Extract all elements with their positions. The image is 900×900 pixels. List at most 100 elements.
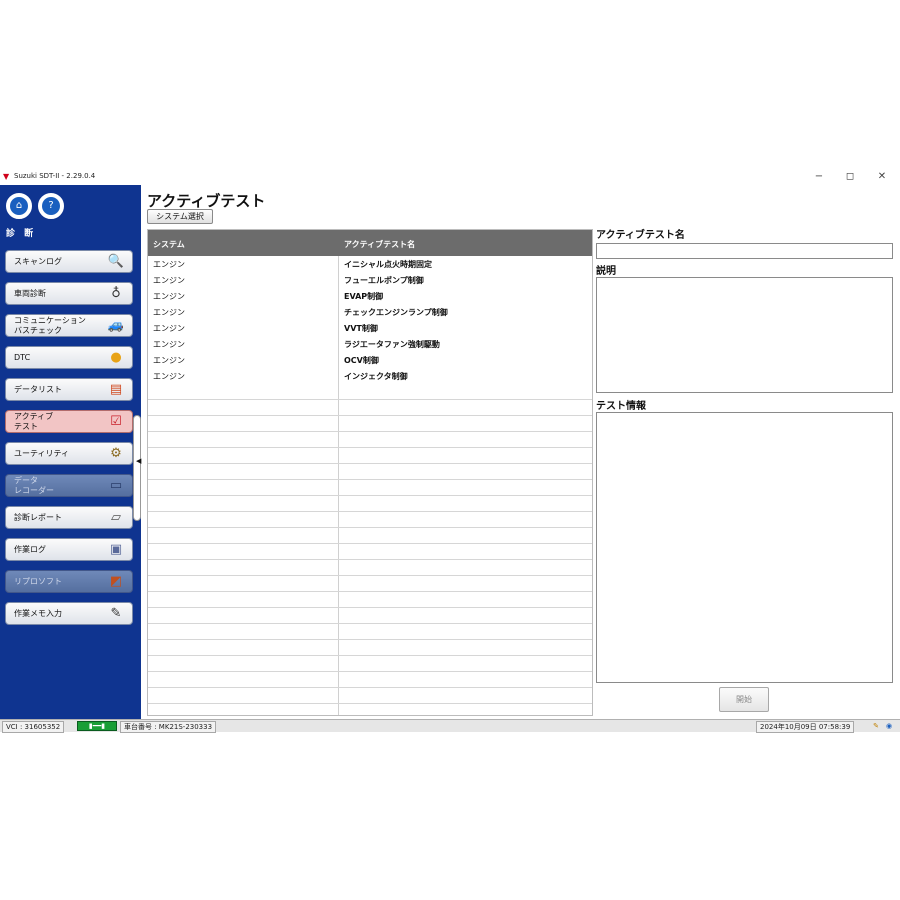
recorder-icon: ▭ [109,478,123,493]
collapse-arrow-icon[interactable]: ◀ [136,457,141,465]
minimize-button[interactable]: − [807,170,831,184]
sidebar-item-label: 車両診断 [14,289,46,298]
table-row[interactable] [148,608,592,624]
test-name-label: アクティブテスト名 [596,230,685,241]
table-row[interactable] [148,560,592,576]
checklist-icon: ☑ [110,414,122,429]
active-test-table: システム アクティブテスト名 エンジン イニシャル点火時期固定 エンジン フューエルポ… [147,229,593,716]
status-bar: VCI : 31605352 ▮━━▮ 車台番号 : MK21S-230333 … [0,719,900,733]
app-window: ▼ Suzuki SDT-II - 2.29.0.4 − ◻ ✕ ⌂ ? 診 断… [0,168,900,733]
table-row[interactable] [148,496,592,512]
table-row[interactable] [148,480,592,496]
gear-icon: ⚙ [110,446,122,461]
description-box [596,277,893,393]
cell-system: エンジン [153,372,185,381]
system-select-button[interactable]: システム選択 [147,209,213,224]
sidebar-item-label: コミュニケーション バスチェック [14,316,86,335]
table-row[interactable] [148,672,592,688]
start-button[interactable]: 開始 [719,687,769,712]
cell-system: エンジン [153,324,185,333]
table-row[interactable] [148,432,592,448]
cell-system: エンジン [153,308,185,317]
table-row[interactable]: エンジン EVAP制御 [148,288,592,304]
cell-system: エンジン [153,260,185,269]
table-row[interactable] [148,512,592,528]
sidebar-scrollbar[interactable] [133,415,141,521]
cell-test-name: インジェクタ制御 [344,372,408,381]
test-name-field [596,243,893,259]
table-row[interactable] [148,688,592,704]
home-button[interactable]: ⌂ [6,193,32,219]
sidebar-item-label: ユーティリティ [14,449,70,458]
sidebar-item-label: DTC [14,353,31,362]
cell-test-name: ラジエータファン強制駆動 [344,340,440,349]
sidebar-item-7[interactable]: データ レコーダー ▭ [5,474,133,497]
table-row[interactable]: エンジン フューエルポンプ制御 [148,272,592,288]
cell-system: エンジン [153,292,185,301]
table-row[interactable] [148,448,592,464]
sidebar-item-4[interactable]: データリスト ▤ [5,378,133,401]
table-row[interactable] [148,400,592,416]
table-row[interactable] [148,528,592,544]
table-row[interactable]: エンジン ラジエータファン強制駆動 [148,336,592,352]
sidebar-item-10[interactable]: リプロソフト ◩ [5,570,133,593]
sidebar-item-label: リプロソフト [14,577,62,586]
table-row[interactable]: エンジン VVT制御 [148,320,592,336]
sidebar-item-11[interactable]: 作業メモ入力 ✎ [5,602,133,625]
row-separator [148,399,592,400]
restore-button[interactable]: ◻ [838,170,862,184]
magnifier-icon: 🔍 [107,254,125,269]
table-row[interactable] [148,624,592,640]
sidebar: ⌂ ? 診 断 スキャンログ 🔍 車両診断 ♁ コミュニケーション バスチェック 🚙 DTC… [0,185,141,719]
datetime-status: 2024年10月09日 07:58:39 [756,721,855,733]
sidebar-item-label: 作業メモ入力 [14,609,62,618]
data-book-icon: ▤ [109,382,123,397]
header-system[interactable]: システム [153,239,185,250]
home-icon: ⌂ [10,197,28,215]
settings-icon[interactable]: ◉ [884,721,894,731]
sidebar-section-title: 診 断 [6,229,37,239]
note-icon[interactable]: ✎ [871,721,881,731]
test-info-label: テスト情報 [596,401,646,412]
sidebar-item-label: 診断レポート [14,513,62,522]
table-row[interactable]: エンジン チェックエンジンランプ制御 [148,304,592,320]
reprogram-icon: ◩ [109,574,123,589]
table-row[interactable] [148,640,592,656]
table-row[interactable] [148,576,592,592]
table-row[interactable] [148,416,592,432]
table-row[interactable] [148,384,592,400]
page-title: アクティブテスト [147,192,266,210]
cell-test-name: VVT制御 [344,324,378,333]
sidebar-item-label: データ レコーダー [14,476,54,495]
sidebar-item-5[interactable]: アクティブ テスト ☑ [5,410,133,433]
help-button[interactable]: ? [38,193,64,219]
sidebar-item-2[interactable]: コミュニケーション バスチェック 🚙 [5,314,133,337]
table-row[interactable]: エンジン イニシャル点火時期固定 [148,256,592,272]
log-icon: ▣ [109,542,123,557]
table-header: システム アクティブテスト名 [148,230,592,256]
memo-icon: ✎ [110,606,122,621]
sidebar-item-label: 作業ログ [14,545,46,554]
sidebar-item-label: アクティブ テスト [14,412,54,431]
help-icon: ? [42,197,60,215]
sidebar-item-8[interactable]: 診断レポート ▱ [5,506,133,529]
table-row[interactable] [148,656,592,672]
table-row[interactable]: エンジン インジェクタ制御 [148,368,592,384]
sidebar-item-1[interactable]: 車両診断 ♁ [5,282,133,305]
sidebar-item-9[interactable]: 作業ログ ▣ [5,538,133,561]
table-row[interactable] [148,464,592,480]
table-row[interactable]: エンジン OCV制御 [148,352,592,368]
table-row[interactable] [148,592,592,608]
description-label: 説明 [596,266,616,277]
sidebar-item-6[interactable]: ユーティリティ ⚙ [5,442,133,465]
stethoscope-icon: ♁ [111,286,121,301]
header-test-name[interactable]: アクティブテスト名 [344,239,415,250]
sidebar-item-0[interactable]: スキャンログ 🔍 [5,250,133,273]
cell-test-name: フューエルポンプ制御 [344,276,424,285]
cell-system: エンジン [153,356,185,365]
table-row[interactable] [148,544,592,560]
close-button[interactable]: ✕ [870,170,894,184]
suzuki-logo-icon: ▼ [3,172,10,181]
sidebar-item-3[interactable]: DTC ● [5,346,133,369]
cell-test-name: OCV制御 [344,356,379,365]
